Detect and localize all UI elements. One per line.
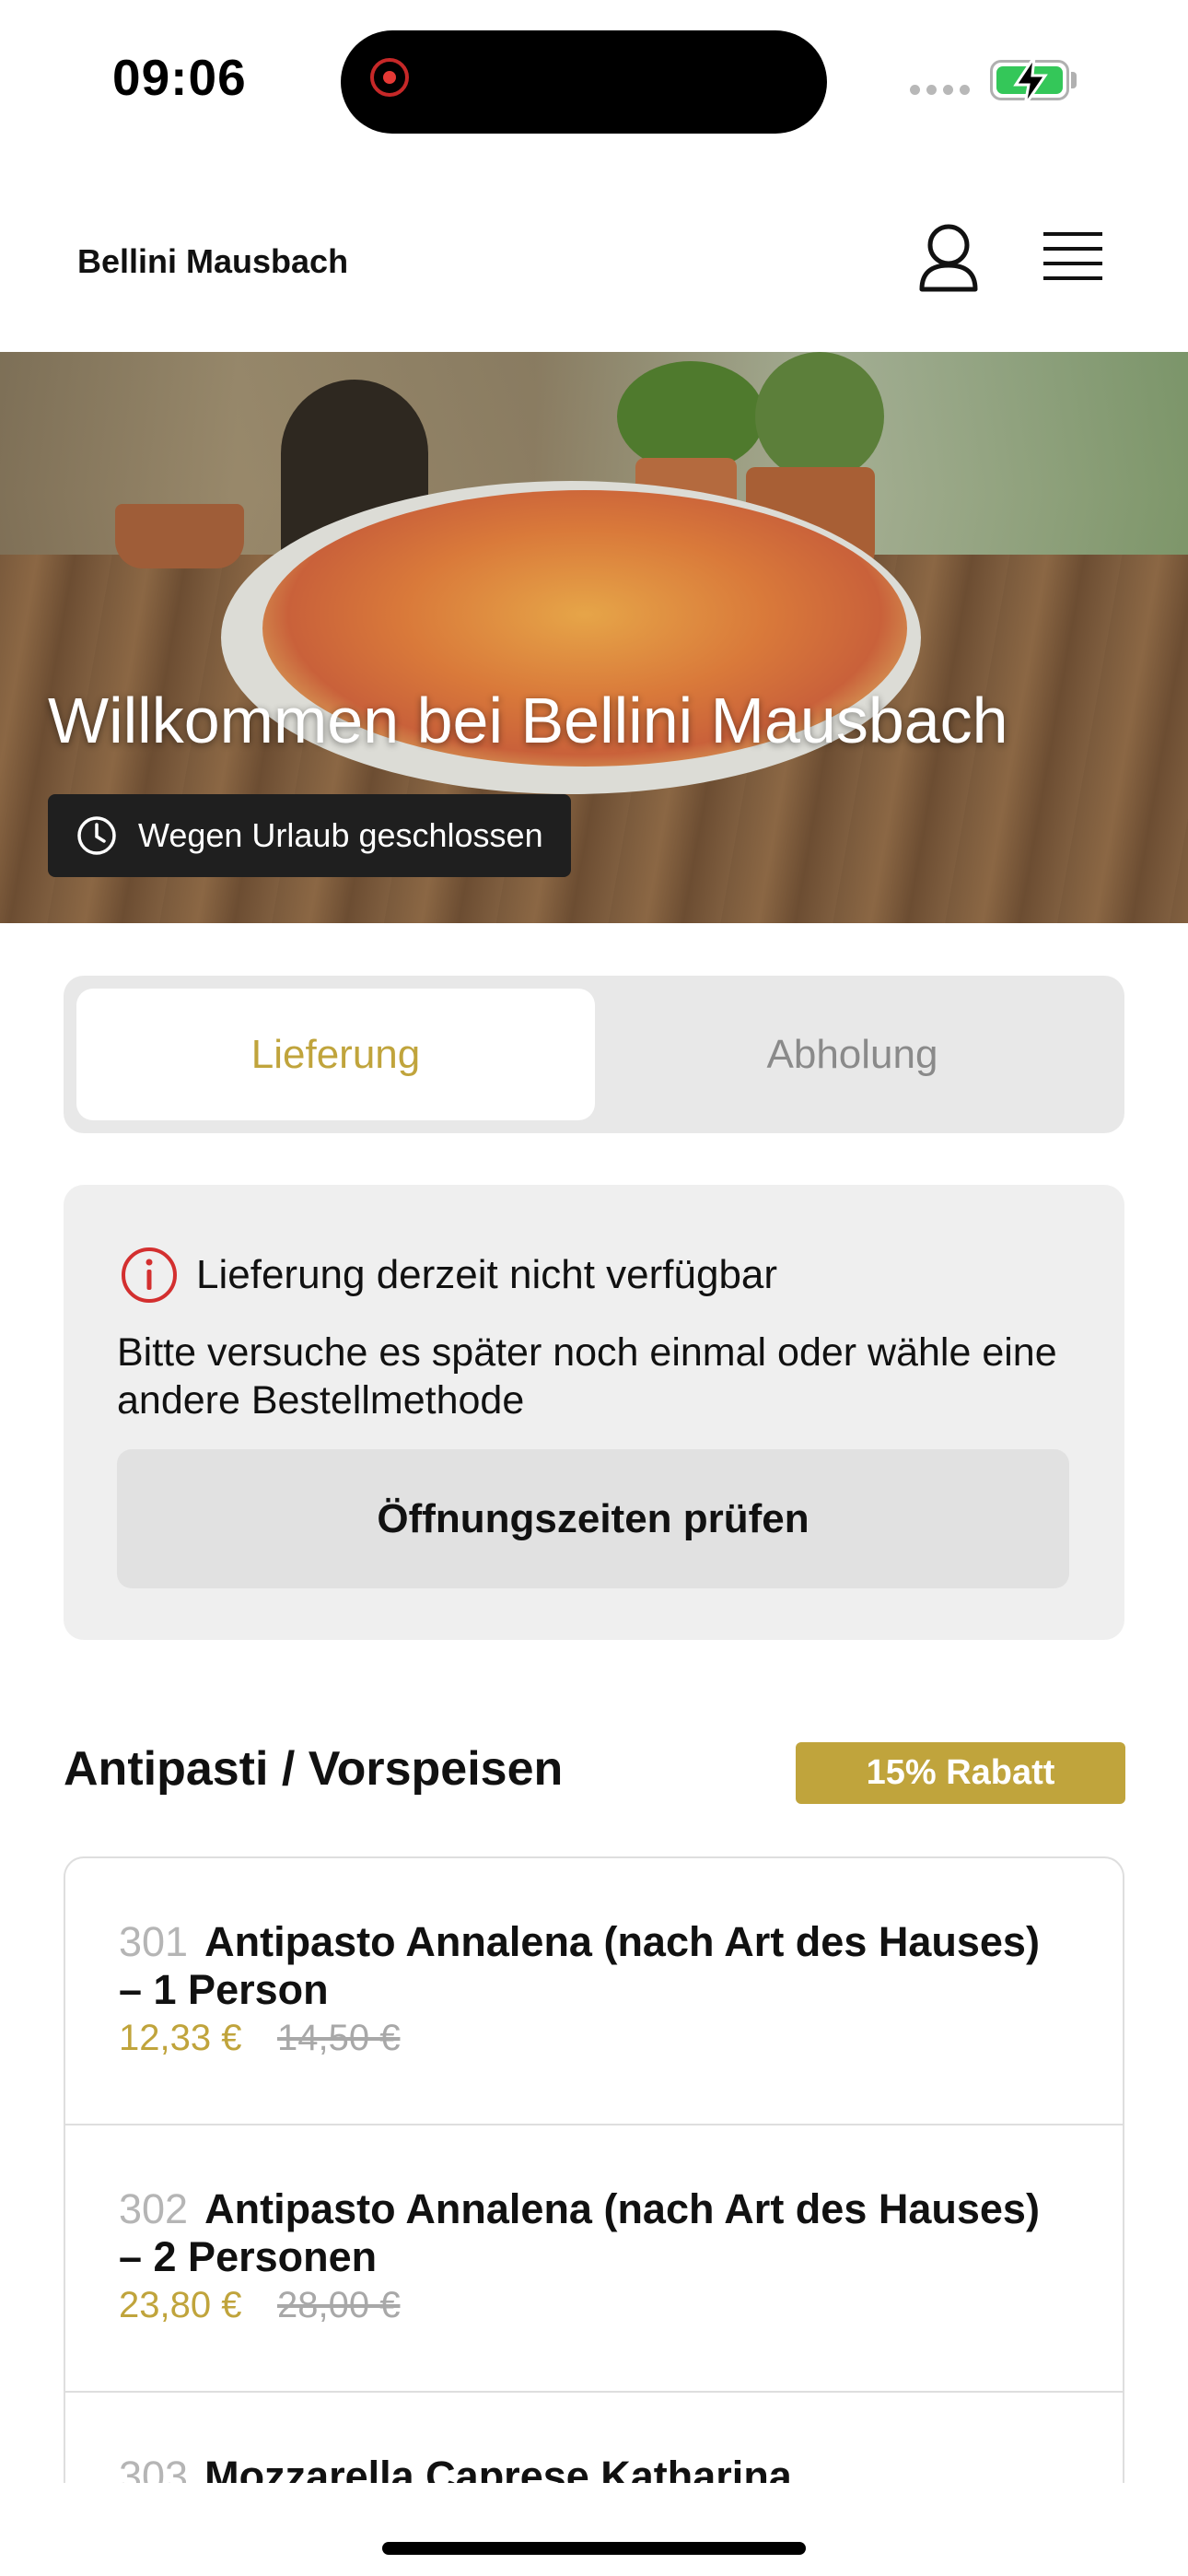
hero-flower-pot bbox=[115, 504, 244, 568]
clock: 09:06 bbox=[112, 49, 247, 106]
item-name: Mozzarella Caprese Katharina bbox=[204, 2453, 792, 2483]
item-name: Antipasto Annalena (nach Art des Hauses)… bbox=[119, 2185, 1040, 2280]
signal-icon bbox=[910, 85, 970, 95]
delivery-unavailable-notice: Lieferung derzeit nicht verfügbar Bitte … bbox=[64, 1185, 1124, 1640]
check-opening-hours-button[interactable]: Öffnungszeiten prüfen bbox=[117, 1449, 1069, 1588]
tab-lieferung[interactable]: Lieferung bbox=[76, 989, 595, 1120]
opening-status-badge: Wegen Urlaub geschlossen bbox=[48, 794, 571, 877]
tab-abholung[interactable]: Abholung bbox=[593, 989, 1112, 1120]
category-title: Antipasti / Vorspeisen bbox=[64, 1742, 564, 1796]
dynamic-island bbox=[341, 30, 827, 134]
clock-icon bbox=[77, 816, 116, 855]
item-number: 301 bbox=[119, 1918, 189, 1965]
bottom-safe-area bbox=[0, 2483, 1188, 2576]
opening-status-text: Wegen Urlaub geschlossen bbox=[138, 816, 543, 854]
menu-item[interactable]: 303 Mozzarella Caprese Katharina bbox=[65, 2393, 1123, 2483]
welcome-title: Willkommen bei Bellini Mausbach bbox=[48, 685, 1008, 756]
status-bar: 09:06 bbox=[0, 0, 1188, 161]
user-account-icon[interactable] bbox=[916, 221, 981, 295]
item-original-price: 28,00 € bbox=[277, 2285, 401, 2325]
discount-badge: 15% Rabatt bbox=[796, 1742, 1125, 1804]
app-header: Bellini Mausbach bbox=[0, 175, 1188, 352]
hero-plant bbox=[617, 361, 764, 472]
menu-items-list: 301 Antipasto Annalena (nach Art des Haus… bbox=[64, 1856, 1124, 2483]
item-original-price: 14,50 € bbox=[277, 2018, 401, 2058]
home-indicator[interactable] bbox=[382, 2542, 806, 2555]
item-price: 23,80 € bbox=[119, 2285, 242, 2325]
item-name: Antipasto Annalena (nach Art des Hauses)… bbox=[119, 1918, 1040, 2013]
order-method-toggle: Lieferung Abholung bbox=[64, 976, 1124, 1133]
item-number: 303 bbox=[119, 2453, 189, 2483]
menu-item-title: 302 Antipasto Annalena (nach Art des Haus… bbox=[119, 2185, 1040, 2281]
menu-item[interactable]: 302 Antipasto Annalena (nach Art des Haus… bbox=[65, 2125, 1123, 2393]
restaurant-name[interactable]: Bellini Mausbach bbox=[77, 242, 348, 281]
notice-title: Lieferung derzeit nicht verfügbar bbox=[196, 1252, 778, 1297]
hamburger-menu-icon[interactable] bbox=[1043, 230, 1102, 286]
menu-item-title: 303 Mozzarella Caprese Katharina bbox=[119, 2453, 1040, 2483]
recording-indicator-icon bbox=[370, 58, 409, 97]
notice-header: Lieferung derzeit nicht verfügbar bbox=[119, 1245, 777, 1306]
battery-tip bbox=[1071, 72, 1077, 88]
item-number: 302 bbox=[119, 2185, 189, 2232]
info-alert-icon bbox=[122, 1247, 177, 1303]
item-price: 12,33 € bbox=[119, 2018, 242, 2058]
menu-item[interactable]: 301 Antipasto Annalena (nach Art des Haus… bbox=[65, 1858, 1123, 2125]
menu-item-title: 301 Antipasto Annalena (nach Art des Haus… bbox=[119, 1918, 1040, 2014]
hero-plant bbox=[755, 352, 884, 481]
charging-bolt-icon bbox=[1013, 56, 1048, 106]
notice-message: Bitte versuche es später noch einmal ode… bbox=[117, 1330, 1057, 1423]
hero-banner: Willkommen bei Bellini Mausbach Wegen Ur… bbox=[0, 352, 1188, 923]
